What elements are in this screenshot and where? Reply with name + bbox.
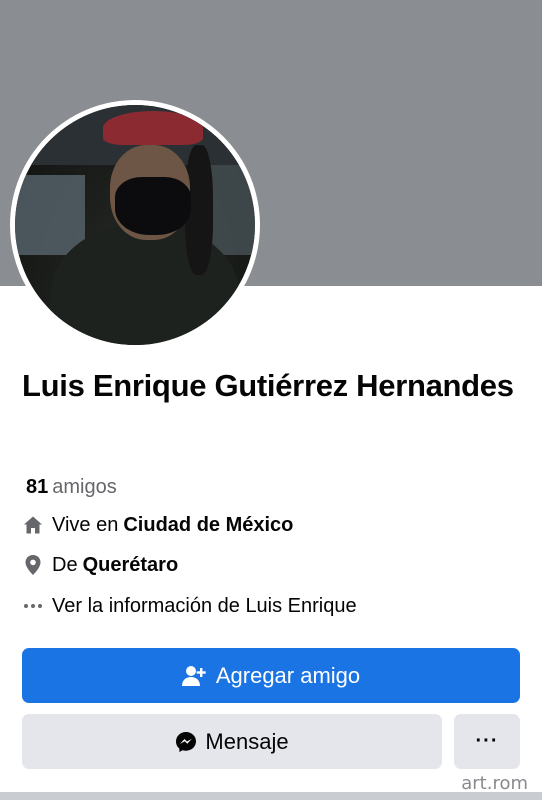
see-info-label: Ver la información de Luis Enrique <box>52 594 357 617</box>
home-icon <box>22 514 44 536</box>
more-options-label: ··· <box>475 730 499 752</box>
lives-city[interactable]: Ciudad de México <box>123 514 293 537</box>
friends-label: amigos <box>52 476 117 498</box>
add-friend-label: Agregar amigo <box>215 662 361 688</box>
profile-name: Luis Enrique Gutiérrez Hernandes <box>22 368 514 403</box>
profile-photo <box>15 105 255 345</box>
friends-count[interactable]: 81 amigos <box>26 474 117 500</box>
section-divider <box>0 792 542 800</box>
messenger-icon <box>175 731 197 753</box>
from-city[interactable]: Querétaro <box>83 554 179 577</box>
message-label: Mensaje <box>205 728 289 754</box>
lives-prefix: Vive en <box>52 513 119 536</box>
more-options-button[interactable]: ··· <box>454 714 520 769</box>
location-pin-icon <box>22 554 44 576</box>
see-info-row[interactable]: Ver la información de Luis Enrique <box>22 593 357 619</box>
from-row: De Querétaro <box>22 552 178 578</box>
message-button[interactable]: Mensaje <box>22 714 442 769</box>
profile-picture[interactable] <box>10 100 260 350</box>
friends-count-number: 81 <box>26 476 49 498</box>
from-prefix: De <box>52 553 78 576</box>
add-person-icon <box>181 665 206 687</box>
add-friend-button[interactable]: Agregar amigo <box>22 648 520 703</box>
lives-in-row: Vive en Ciudad de México <box>22 512 293 538</box>
ellipsis-icon <box>22 595 44 617</box>
